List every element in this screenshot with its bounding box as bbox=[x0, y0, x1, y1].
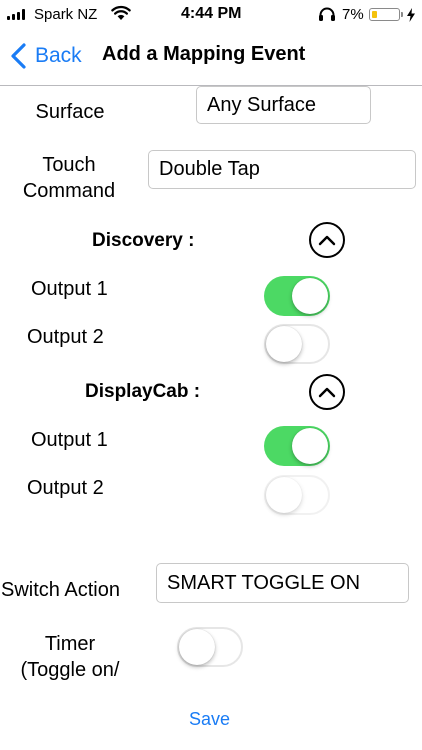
touch-command-field[interactable]: Double Tap bbox=[148, 150, 416, 189]
navigation-bar: Back Add a Mapping Event bbox=[0, 30, 422, 86]
back-button[interactable]: Back bbox=[9, 40, 82, 72]
status-bar: Spark NZ 4:44 PM 7% bbox=[0, 0, 422, 30]
displaycab-output-2-toggle[interactable] bbox=[264, 475, 330, 515]
displaycab-output-1-label: Output 1 bbox=[31, 429, 108, 451]
displaycab-output-1-toggle[interactable] bbox=[264, 426, 330, 466]
battery-percent: 7% bbox=[342, 6, 364, 23]
discovery-output-1-toggle[interactable] bbox=[264, 276, 330, 316]
timer-toggle[interactable] bbox=[177, 627, 243, 667]
battery-icon bbox=[369, 8, 400, 21]
switch-action-value: SMART TOGGLE ON bbox=[167, 571, 361, 594]
chevron-up-icon bbox=[318, 235, 336, 246]
cellular-signal-icon bbox=[7, 9, 25, 20]
surface-label: Surface bbox=[35, 101, 105, 123]
toggle-knob bbox=[266, 326, 302, 362]
discovery-output-2-toggle[interactable] bbox=[264, 324, 330, 364]
timer-label-line2: (Toggle on/ bbox=[20, 659, 120, 681]
discovery-collapse-button[interactable] bbox=[309, 222, 345, 258]
toggle-knob bbox=[179, 629, 215, 665]
page-title: Add a Mapping Event bbox=[102, 43, 306, 65]
save-button[interactable]: Save bbox=[189, 709, 230, 730]
charging-bolt-icon bbox=[407, 8, 415, 22]
timer-label-line1: Timer bbox=[44, 633, 96, 655]
battery-tip bbox=[401, 12, 403, 17]
carrier-name: Spark NZ bbox=[34, 6, 98, 23]
displaycab-collapse-button[interactable] bbox=[309, 374, 345, 410]
touch-command-label: Touch Command bbox=[14, 152, 124, 204]
clock: 4:44 PM bbox=[181, 5, 242, 22]
back-label: Back bbox=[35, 44, 82, 67]
touch-command-label-line1: Touch bbox=[42, 154, 96, 176]
group-title-discovery: Discovery : bbox=[92, 230, 195, 251]
surface-value: Any Surface bbox=[207, 93, 316, 116]
discovery-output-1-label: Output 1 bbox=[31, 278, 108, 300]
headphones-icon bbox=[319, 7, 335, 21]
switch-action-label: Switch Action bbox=[1, 579, 120, 601]
touch-command-value: Double Tap bbox=[159, 158, 260, 180]
toggle-knob bbox=[292, 428, 328, 464]
displaycab-output-2-label: Output 2 bbox=[27, 477, 104, 499]
surface-field[interactable]: Any Surface bbox=[196, 86, 371, 124]
timer-label: Timer (Toggle on/ bbox=[8, 631, 132, 683]
chevron-left-icon bbox=[11, 43, 26, 69]
chevron-up-icon bbox=[318, 387, 336, 398]
switch-action-field[interactable]: SMART TOGGLE ON bbox=[156, 563, 409, 603]
touch-command-label-line2: Command bbox=[22, 180, 116, 202]
discovery-output-2-label: Output 2 bbox=[27, 326, 104, 348]
toggle-knob bbox=[292, 278, 328, 314]
screen: Spark NZ 4:44 PM 7% Back Add a Mapping E… bbox=[0, 0, 422, 750]
group-title-displaycab: DisplayCab : bbox=[85, 381, 201, 402]
wifi-icon bbox=[111, 5, 131, 20]
toggle-knob bbox=[266, 477, 302, 513]
battery-level bbox=[372, 11, 377, 18]
